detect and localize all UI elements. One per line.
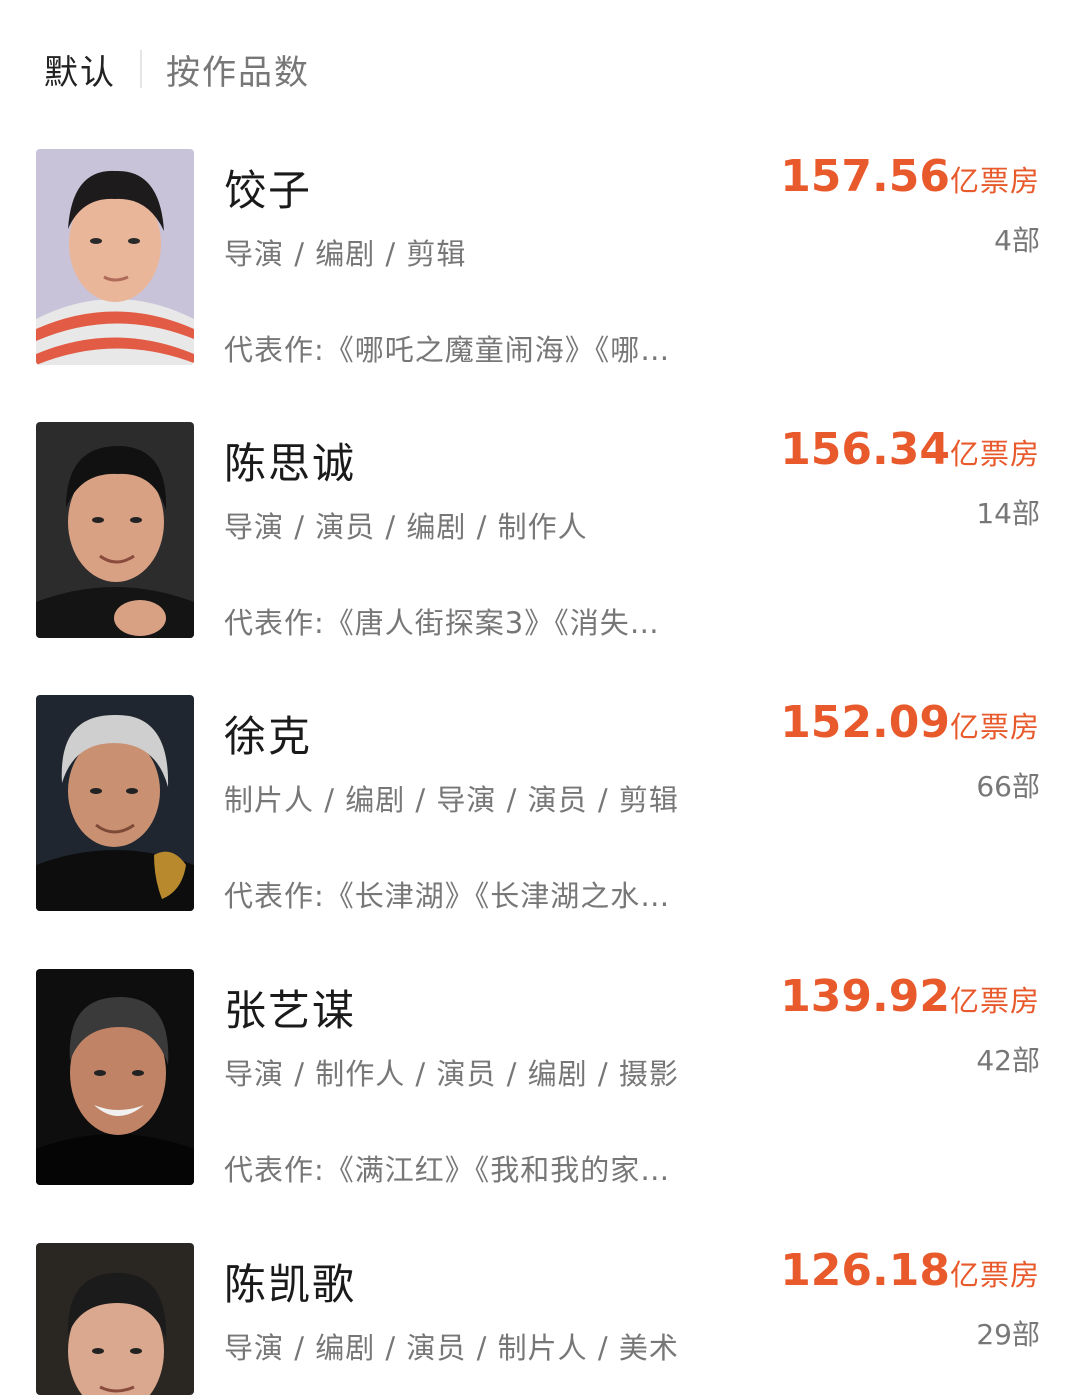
- avatar: [36, 1243, 194, 1395]
- box-office-value: 152.09: [780, 697, 950, 748]
- person-roles: 导演 / 编剧 / 演员 / 制片人 / 美术: [224, 1331, 679, 1365]
- person-name: 陈思诚: [224, 439, 357, 488]
- box-office: 157.56亿票房: [780, 151, 1040, 202]
- list-item[interactable]: 陈凯歌 导演 / 编剧 / 演员 / 制片人 / 美术 126.18亿票房 29…: [0, 1243, 1080, 1395]
- list-item[interactable]: 陈思诚 导演 / 演员 / 编剧 / 制作人 代表作:《唐人街探案3》《消失… …: [0, 422, 1080, 640]
- box-office-unit: 亿票房: [949, 1258, 1040, 1292]
- box-office-value: 126.18: [780, 1245, 950, 1296]
- box-office-value: 156.34: [780, 424, 950, 475]
- works-count: 42部: [976, 1044, 1040, 1077]
- list-item[interactable]: 张艺谋 导演 / 制作人 / 演员 / 编剧 / 摄影 代表作:《满江红》《我和…: [0, 969, 1080, 1187]
- representative-works: 代表作:《唐人街探案3》《消失…: [224, 606, 660, 640]
- representative-works: 代表作:《长津湖》《长津湖之水…: [224, 879, 671, 913]
- works-count: 14部: [976, 497, 1040, 530]
- box-office-unit: 亿票房: [949, 984, 1040, 1018]
- box-office-unit: 亿票房: [949, 437, 1040, 471]
- box-office: 126.18亿票房: [780, 1245, 1040, 1296]
- representative-works: 代表作:《满江红》《我和我的家…: [224, 1153, 671, 1187]
- person-name: 张艺谋: [224, 986, 357, 1035]
- person-roles: 制片人 / 编剧 / 导演 / 演员 / 剪辑: [224, 783, 679, 817]
- box-office-value: 157.56: [780, 151, 950, 202]
- avatar: [36, 149, 194, 365]
- avatar: [36, 422, 194, 638]
- list-item[interactable]: 徐克 制片人 / 编剧 / 导演 / 演员 / 剪辑 代表作:《长津湖》《长津湖…: [0, 695, 1080, 913]
- box-office-value: 139.92: [780, 971, 950, 1022]
- person-roles: 导演 / 编剧 / 剪辑: [224, 237, 467, 271]
- box-office-unit: 亿票房: [949, 710, 1040, 744]
- person-name: 徐克: [224, 712, 313, 761]
- avatar: [36, 969, 194, 1185]
- person-roles: 导演 / 演员 / 编剧 / 制作人: [224, 510, 588, 544]
- works-count: 4部: [994, 224, 1040, 257]
- person-name: 陈凯歌: [224, 1260, 357, 1309]
- person-roles: 导演 / 制作人 / 演员 / 编剧 / 摄影: [224, 1057, 679, 1091]
- box-office: 152.09亿票房: [780, 697, 1040, 748]
- box-office: 156.34亿票房: [780, 424, 1040, 475]
- box-office-unit: 亿票房: [949, 164, 1040, 198]
- works-count: 66部: [976, 770, 1040, 803]
- list-item[interactable]: 饺子 导演 / 编剧 / 剪辑 代表作:《哪吒之魔童闹海》《哪… 157.56亿…: [0, 149, 1080, 367]
- representative-works: 代表作:《哪吒之魔童闹海》《哪…: [224, 333, 671, 367]
- avatar: [36, 695, 194, 911]
- box-office: 139.92亿票房: [780, 971, 1040, 1022]
- works-count: 29部: [976, 1318, 1040, 1351]
- director-list: 饺子 导演 / 编剧 / 剪辑 代表作:《哪吒之魔童闹海》《哪… 157.56亿…: [0, 0, 1080, 1395]
- person-name: 饺子: [224, 166, 313, 215]
